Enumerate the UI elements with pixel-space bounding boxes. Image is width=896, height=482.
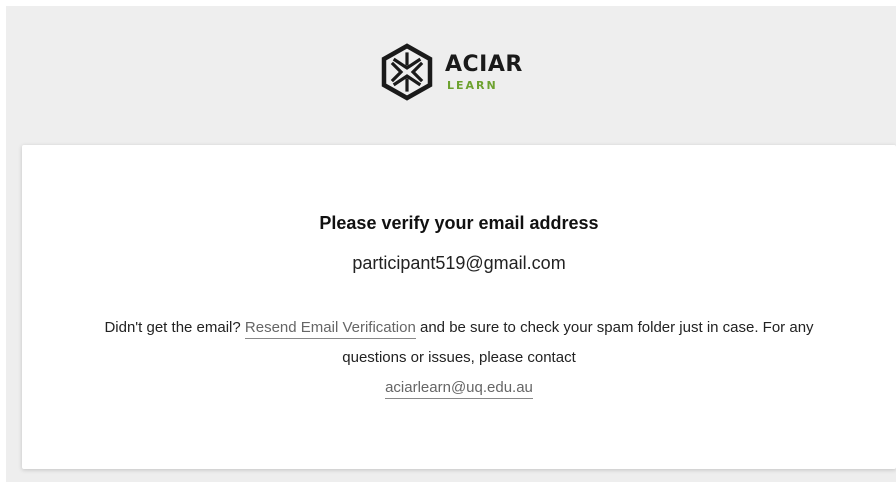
message-prefix: Didn't get the email? xyxy=(104,319,241,336)
brand-name: ACIAR xyxy=(445,51,523,77)
brand-logo[interactable]: ACIAR LEARN xyxy=(375,40,523,104)
user-email: participant519@gmail.com xyxy=(352,253,566,273)
contact-email-link[interactable]: aciarlearn@uq.edu.au xyxy=(385,379,533,399)
resend-verification-link[interactable]: Resend Email Verification xyxy=(244,319,416,339)
page-background: ACIAR LEARN Please verify your email add… xyxy=(6,6,896,482)
verify-title: Please verify your email address xyxy=(319,213,599,233)
brand-subtitle: LEARN xyxy=(447,78,498,92)
verify-email-card: Please verify your email address partici… xyxy=(22,145,896,469)
verify-message: Didn't get the email? Resend Email Verif… xyxy=(82,313,836,403)
brand-wordmark: ACIAR LEARN xyxy=(445,51,523,92)
aciar-hexagon-logo-icon xyxy=(381,43,433,101)
